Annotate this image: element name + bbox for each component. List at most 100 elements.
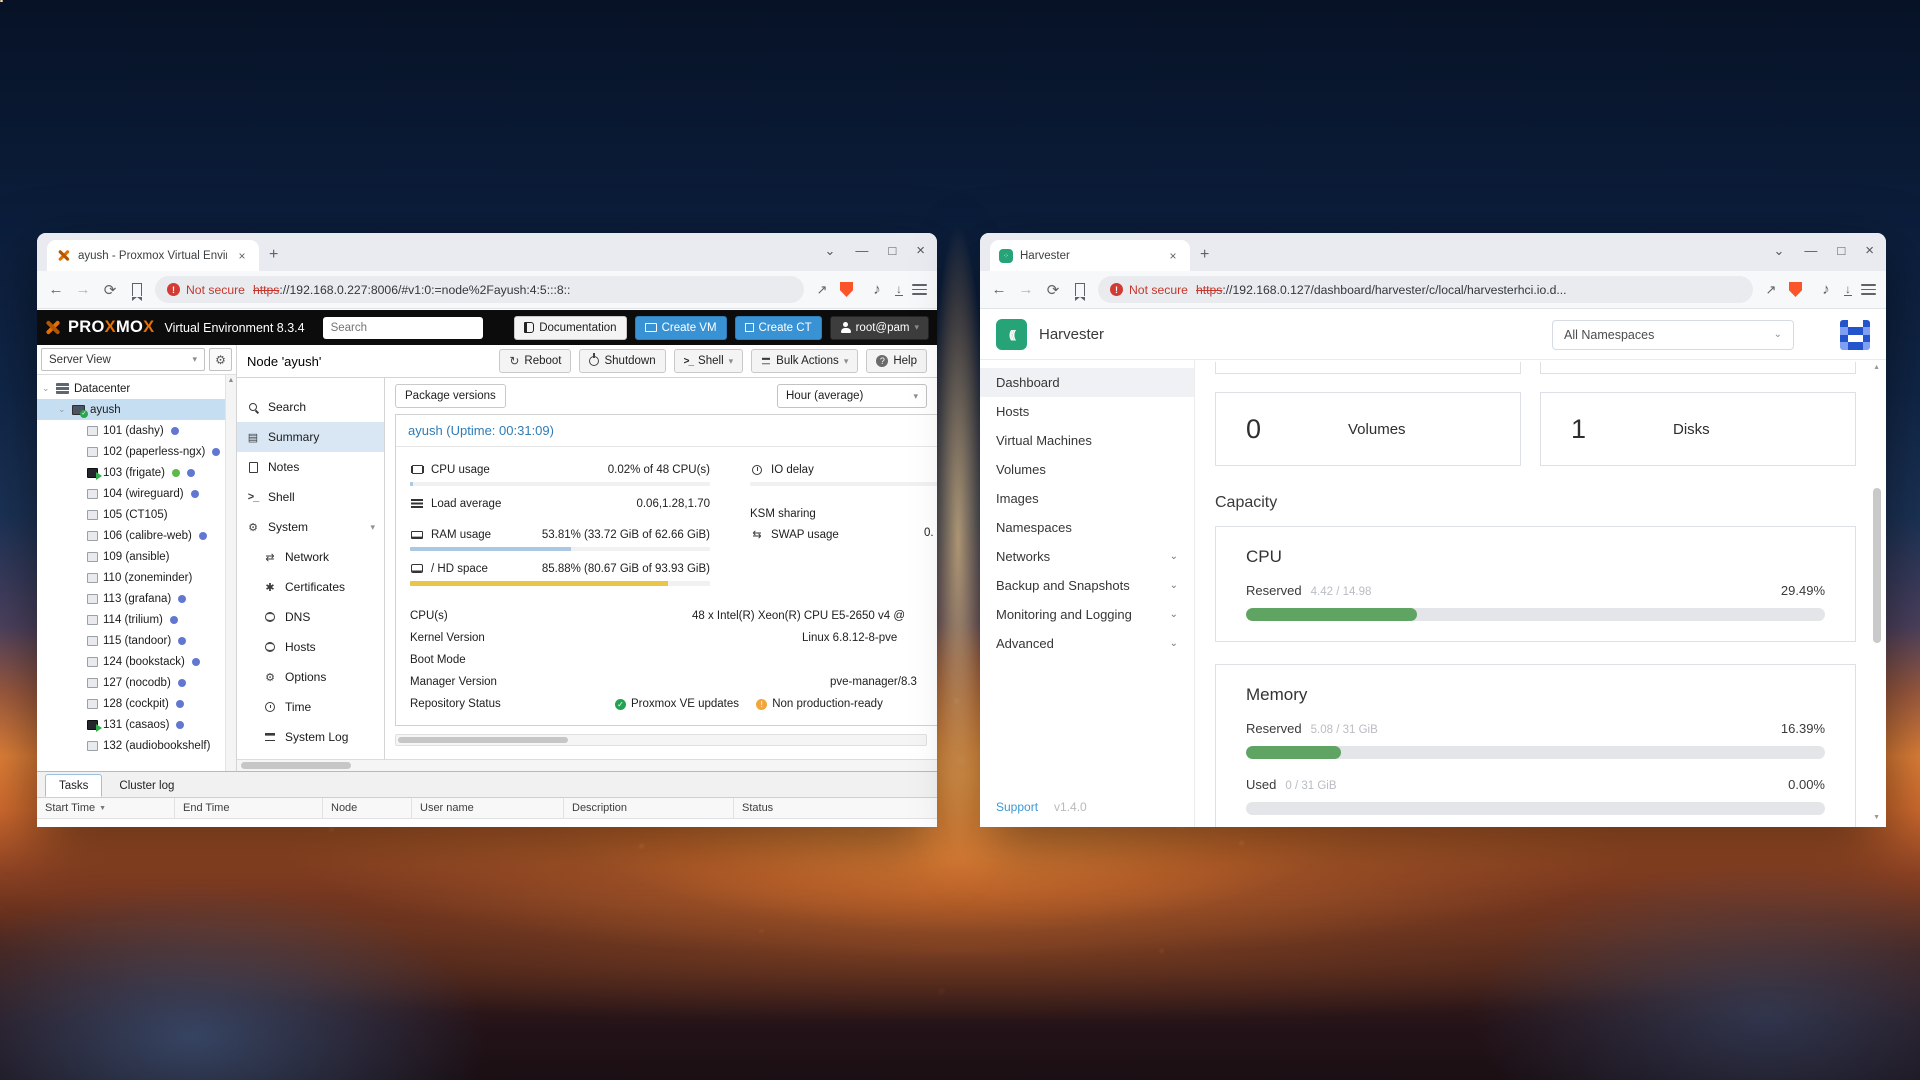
tree-item-datacenter[interactable]: ⌄Datacenter xyxy=(37,378,236,399)
sidebar-item-monitoring-and-logging[interactable]: Monitoring and Logging⌄ xyxy=(980,600,1194,629)
column-node[interactable]: Node xyxy=(323,798,412,818)
tab-cluster-log[interactable]: Cluster log xyxy=(106,774,187,797)
menu-item-hosts[interactable]: Hosts xyxy=(237,632,384,662)
sidebar-item-dashboard[interactable]: Dashboard xyxy=(980,368,1194,397)
column-end-time[interactable]: End Time xyxy=(175,798,323,818)
maximize-button[interactable]: □ xyxy=(888,243,896,258)
maximize-button[interactable]: □ xyxy=(1837,243,1845,258)
panel-horizontal-scrollbar[interactable] xyxy=(237,759,937,771)
tree-item-vm[interactable]: 106 (calibre-web) xyxy=(37,525,236,546)
sidebar-item-networks[interactable]: Networks⌄ xyxy=(980,542,1194,571)
forward-icon[interactable]: → xyxy=(1017,281,1035,298)
documentation-button[interactable]: Documentation xyxy=(514,316,626,340)
scroll-up-icon[interactable]: ▲ xyxy=(1873,364,1880,371)
brave-shield-icon[interactable] xyxy=(1789,282,1802,297)
tree-item-vm[interactable]: 103 (frigate) xyxy=(37,462,236,483)
user-menu-button[interactable]: root@pam▾ xyxy=(830,316,929,340)
browser-tab-proxmox[interactable]: ayush - Proxmox Virtual Enviro × xyxy=(47,240,259,271)
tab-close-icon[interactable]: × xyxy=(234,248,250,264)
tree-item-vm[interactable]: 109 (ansible) xyxy=(37,546,236,567)
tree-item-node-ayush[interactable]: ⌄ayush xyxy=(37,399,236,420)
menu-item-options[interactable]: ⚙Options xyxy=(237,662,384,692)
bookmark-icon[interactable] xyxy=(132,283,142,296)
new-tab-button[interactable]: + xyxy=(1200,246,1209,264)
period-select[interactable]: Hour (average)▾ xyxy=(777,384,927,408)
content-horizontal-scrollbar[interactable] xyxy=(395,734,927,746)
server-view-select[interactable]: Server View▾ xyxy=(41,348,205,371)
tree-item-vm[interactable]: 127 (nocodb) xyxy=(37,672,236,693)
menu-item-summary[interactable]: ▤Summary xyxy=(237,422,384,452)
shell-button[interactable]: >_Shell▾ xyxy=(674,349,744,373)
column-description[interactable]: Description xyxy=(564,798,734,818)
tab-tasks[interactable]: Tasks xyxy=(45,774,102,797)
bulk-actions-button[interactable]: Bulk Actions▾ xyxy=(751,349,858,373)
sidebar-item-images[interactable]: Images xyxy=(980,484,1194,513)
sidebar-item-hosts[interactable]: Hosts xyxy=(980,397,1194,426)
minimize-button[interactable]: — xyxy=(1804,243,1817,258)
menu-item-network[interactable]: ⇄Network xyxy=(237,542,384,572)
tree-item-vm[interactable]: 104 (wireguard) xyxy=(37,483,236,504)
media-control-icon[interactable]: ♪ xyxy=(1817,281,1835,298)
shutdown-button[interactable]: Shutdown xyxy=(579,349,665,373)
menu-item-system[interactable]: ⚙System▾ xyxy=(237,512,384,542)
create-ct-button[interactable]: Create CT xyxy=(735,316,822,340)
menu-item-shell[interactable]: >_Shell xyxy=(237,482,384,512)
share-icon[interactable]: ↗ xyxy=(1762,282,1780,298)
back-icon[interactable]: ← xyxy=(990,281,1008,298)
new-tab-button[interactable]: + xyxy=(269,246,278,264)
tree-scrollbar[interactable]: ▲ xyxy=(225,375,236,771)
column-user-name[interactable]: User name xyxy=(412,798,564,818)
tree-item-vm[interactable]: 102 (paperless-ngx) xyxy=(37,441,236,462)
browser-tab-harvester[interactable]: ⁘ Harvester × xyxy=(990,240,1190,271)
tree-item-vm[interactable]: 128 (cockpit) xyxy=(37,693,236,714)
menu-icon[interactable] xyxy=(912,284,927,295)
help-button[interactable]: ?Help xyxy=(866,349,927,373)
create-vm-button[interactable]: Create VM xyxy=(635,316,727,340)
tab-search-chevron-icon[interactable]: ⌄ xyxy=(824,243,835,259)
tree-item-vm[interactable]: 132 (audiobookshelf) xyxy=(37,735,236,756)
share-icon[interactable]: ↗ xyxy=(813,282,831,298)
tab-search-chevron-icon[interactable]: ⌄ xyxy=(1773,243,1784,259)
sidebar-item-virtual-machines[interactable]: Virtual Machines xyxy=(980,426,1194,455)
column-status[interactable]: Status xyxy=(734,798,937,818)
menu-icon[interactable] xyxy=(1861,284,1876,295)
menu-item-search[interactable]: Search xyxy=(237,392,384,422)
support-link[interactable]: Support xyxy=(996,800,1038,814)
tree-item-vm[interactable]: 131 (casaos) xyxy=(37,714,236,735)
sidebar-item-advanced[interactable]: Advanced⌄ xyxy=(980,629,1194,658)
downloads-icon[interactable]: ↓ xyxy=(895,284,903,296)
reload-icon[interactable]: ⟳ xyxy=(1044,281,1062,299)
sidebar-item-namespaces[interactable]: Namespaces xyxy=(980,513,1194,542)
menu-item-updates[interactable]: ⟳Updates▾ xyxy=(237,752,384,759)
address-bar[interactable]: ! Not secure https://192.168.0.227:8006/… xyxy=(155,276,804,303)
tree-item-vm[interactable]: 124 (bookstack) xyxy=(37,651,236,672)
close-button[interactable]: × xyxy=(1865,242,1874,259)
column-start-time[interactable]: Start Time▼ xyxy=(37,798,175,818)
scroll-down-icon[interactable]: ▼ xyxy=(1873,814,1880,821)
tree-item-vm[interactable]: 114 (trilium) xyxy=(37,609,236,630)
pve-search-input[interactable] xyxy=(323,317,483,339)
close-button[interactable]: × xyxy=(916,242,925,259)
package-versions-button[interactable]: Package versions xyxy=(395,384,506,408)
menu-item-certificates[interactable]: ✱Certificates xyxy=(237,572,384,602)
reboot-button[interactable]: ↻Reboot xyxy=(499,349,571,373)
tree-item-vm[interactable]: 115 (tandoor) xyxy=(37,630,236,651)
menu-item-time[interactable]: Time xyxy=(237,692,384,722)
namespace-select[interactable]: All Namespaces⌄ xyxy=(1552,320,1794,350)
tree-item-vm[interactable]: 101 (dashy) xyxy=(37,420,236,441)
tree-settings-button[interactable]: ⚙ xyxy=(209,348,232,371)
sidebar-item-backup-and-snapshots[interactable]: Backup and Snapshots⌄ xyxy=(980,571,1194,600)
address-bar[interactable]: ! Not secure https://192.168.0.127/dashb… xyxy=(1098,276,1753,303)
reload-icon[interactable]: ⟳ xyxy=(101,281,119,299)
downloads-icon[interactable]: ↓ xyxy=(1844,284,1852,296)
back-icon[interactable]: ← xyxy=(47,281,65,298)
tree-item-vm[interactable]: 110 (zoneminder) xyxy=(37,567,236,588)
media-control-icon[interactable]: ♪ xyxy=(868,281,886,298)
menu-item-notes[interactable]: Notes xyxy=(237,452,384,482)
user-avatar[interactable] xyxy=(1840,320,1870,350)
forward-icon[interactable]: → xyxy=(74,281,92,298)
tree-item-vm[interactable]: 113 (grafana) xyxy=(37,588,236,609)
vertical-scrollbar[interactable] xyxy=(1873,488,1881,643)
tree-item-vm[interactable]: 105 (CT105) xyxy=(37,504,236,525)
minimize-button[interactable]: — xyxy=(855,243,868,258)
